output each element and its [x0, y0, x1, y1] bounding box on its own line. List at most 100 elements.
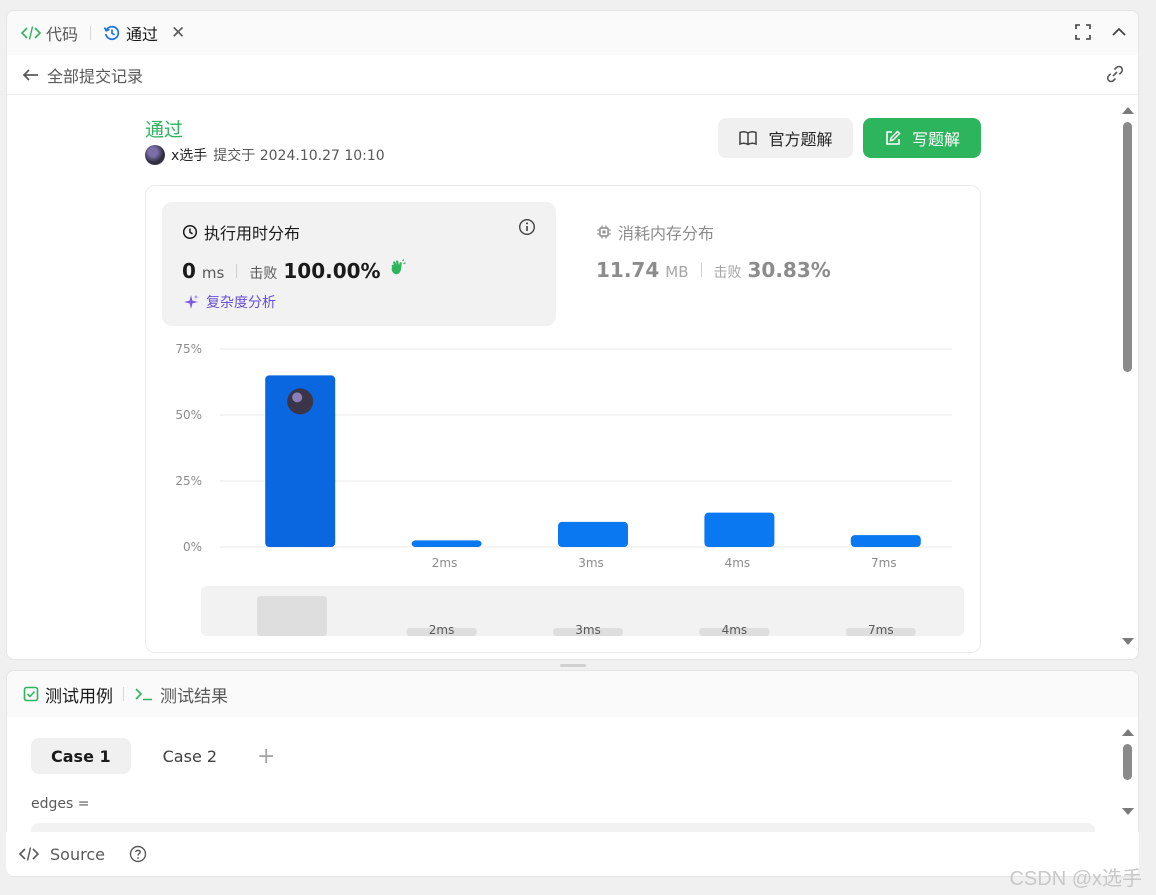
clap-icon	[391, 259, 406, 275]
chart-bar[interactable]	[558, 521, 628, 547]
runtime-title: 执行用时分布	[182, 220, 300, 244]
tab-pass-label: 通过	[126, 25, 159, 44]
memory-beat-label: 击败	[713, 265, 742, 281]
runtime-unit: ms	[201, 264, 225, 282]
tab-pass[interactable]: 通过 ✕	[101, 11, 187, 55]
fullscreen-icon[interactable]	[1074, 23, 1092, 41]
x-tick-label: 7ms	[871, 556, 897, 570]
complexity-analysis-link[interactable]: 复杂度分析	[182, 292, 276, 312]
overview-bar	[257, 596, 327, 636]
source-bar: Source	[6, 832, 1139, 876]
case-tabs: Case 1 Case 2 +	[31, 738, 275, 774]
runtime-beat-value: 100.00%	[283, 259, 381, 283]
code-icon	[21, 26, 41, 40]
tabbar-actions	[1074, 23, 1128, 41]
tab-testcase[interactable]: 测试用例	[23, 682, 113, 707]
top-scrollbar[interactable]	[1122, 107, 1134, 645]
edges-label: edges =	[31, 796, 90, 812]
avatar[interactable]	[145, 145, 165, 165]
scroll-thumb[interactable]	[1123, 122, 1132, 372]
write-solution-button[interactable]: 写题解	[863, 118, 981, 158]
chevron-up-icon[interactable]	[1110, 23, 1128, 41]
sparkle-icon	[184, 294, 199, 309]
bottom-scrollbar[interactable]	[1122, 729, 1134, 815]
chart-bar[interactable]	[704, 512, 775, 547]
x-tick-label: 2ms	[432, 556, 458, 570]
runtime-stat-panel[interactable]: 执行用时分布 0 ms 击败 100.00% 复杂度分析	[162, 202, 556, 326]
y-tick-label: 50%	[175, 408, 202, 422]
overview-tick-label: 2ms	[429, 623, 455, 637]
add-case-icon[interactable]: +	[257, 744, 275, 769]
chart-avatar-highlight	[292, 392, 303, 403]
tab-testcase-label: 测试用例	[45, 686, 113, 707]
source-label[interactable]: Source	[50, 845, 105, 864]
history-icon	[103, 25, 120, 41]
testcase-tabbar: 测试用例 测试结果	[7, 671, 1138, 717]
clock-icon	[182, 224, 198, 240]
panel-resize-handle[interactable]	[560, 664, 586, 667]
submission-author-line: x选手 提交于 2024.10.27 10:10	[145, 145, 385, 165]
tab-test-result[interactable]: 测试结果	[134, 682, 228, 707]
scroll-up-icon[interactable]	[1122, 729, 1134, 736]
memory-beat-value: 30.83%	[747, 258, 831, 282]
submissions-header: 全部提交记录	[7, 55, 1138, 95]
submission-panel: 代码 通过 ✕ 全部提交记录 通过 x选手 提交于 2024.10.27 10:…	[6, 10, 1139, 660]
tab-code[interactable]: 代码	[19, 11, 80, 55]
y-tick-label: 0%	[183, 540, 202, 554]
runtime-distribution-chart[interactable]: 0% 25% 50% 75% 2ms 3ms 4ms 7ms 2ms 3ms 4ms 7ms	[146, 336, 981, 646]
memory-title-label: 消耗内存分布	[618, 224, 715, 243]
case-1-tab[interactable]: Case 1	[31, 738, 131, 774]
divider	[236, 264, 238, 278]
submission-status: 通过	[145, 119, 184, 141]
complexity-label: 复杂度分析	[206, 295, 276, 311]
scroll-thumb[interactable]	[1123, 744, 1132, 780]
x-tick-label: 3ms	[578, 556, 604, 570]
memory-stat-panel[interactable]: 消耗内存分布 11.74 MB 击败 30.83%	[576, 202, 956, 326]
close-icon[interactable]: ✕	[171, 23, 185, 43]
case-2-tab[interactable]: Case 2	[143, 738, 237, 774]
memory-values: 11.74 MB 击败 30.83%	[596, 258, 831, 282]
write-solution-label: 写题解	[911, 130, 960, 149]
scroll-down-icon[interactable]	[1122, 638, 1134, 645]
y-tick-label: 25%	[175, 474, 202, 488]
arrow-left-icon[interactable]	[17, 67, 45, 83]
code-icon	[18, 847, 40, 861]
editor-tabbar: 代码 通过 ✕	[7, 11, 1138, 55]
tab-test-result-label: 测试结果	[160, 686, 228, 707]
link-icon[interactable]	[1104, 65, 1126, 83]
chip-icon	[597, 225, 611, 239]
terminal-icon	[135, 688, 152, 701]
chart-bar[interactable]	[411, 540, 482, 547]
divider	[700, 263, 702, 277]
tab-separator	[123, 687, 124, 701]
help-icon[interactable]	[129, 845, 147, 863]
runtime-value: 0	[182, 259, 196, 283]
memory-title: 消耗内存分布	[596, 220, 714, 244]
all-submissions-title: 全部提交记录	[47, 66, 144, 86]
scroll-up-icon[interactable]	[1122, 107, 1134, 114]
memory-value: 11.74	[596, 258, 660, 282]
tab-code-label: 代码	[46, 25, 79, 44]
official-solution-button[interactable]: 官方题解	[718, 118, 853, 158]
chart-bar[interactable]	[850, 535, 921, 547]
performance-card: 执行用时分布 0 ms 击败 100.00% 复杂度分析 消耗内存分布 11.7…	[145, 185, 981, 653]
edit-icon	[886, 130, 901, 145]
runtime-values: 0 ms 击败 100.00%	[182, 258, 407, 283]
scroll-down-icon[interactable]	[1122, 808, 1134, 815]
x-tick-label: 4ms	[725, 556, 751, 570]
runtime-title-label: 执行用时分布	[204, 224, 301, 243]
submit-time: 提交于 2024.10.27 10:10	[213, 148, 385, 164]
memory-unit: MB	[665, 263, 689, 281]
book-icon	[739, 131, 758, 146]
y-tick-label: 75%	[175, 342, 202, 356]
watermark: CSDN @x选手	[1009, 868, 1142, 890]
checkbox-icon	[23, 686, 39, 702]
chart-avatar	[287, 388, 314, 415]
runtime-beat-label: 击败	[249, 266, 278, 282]
overview-tick-label: 3ms	[575, 623, 601, 637]
overview-tick-label: 7ms	[868, 623, 894, 637]
overview-tick-label: 4ms	[722, 623, 748, 637]
info-icon[interactable]	[518, 218, 536, 236]
tab-separator	[90, 26, 92, 40]
author-name[interactable]: x选手	[171, 145, 207, 165]
